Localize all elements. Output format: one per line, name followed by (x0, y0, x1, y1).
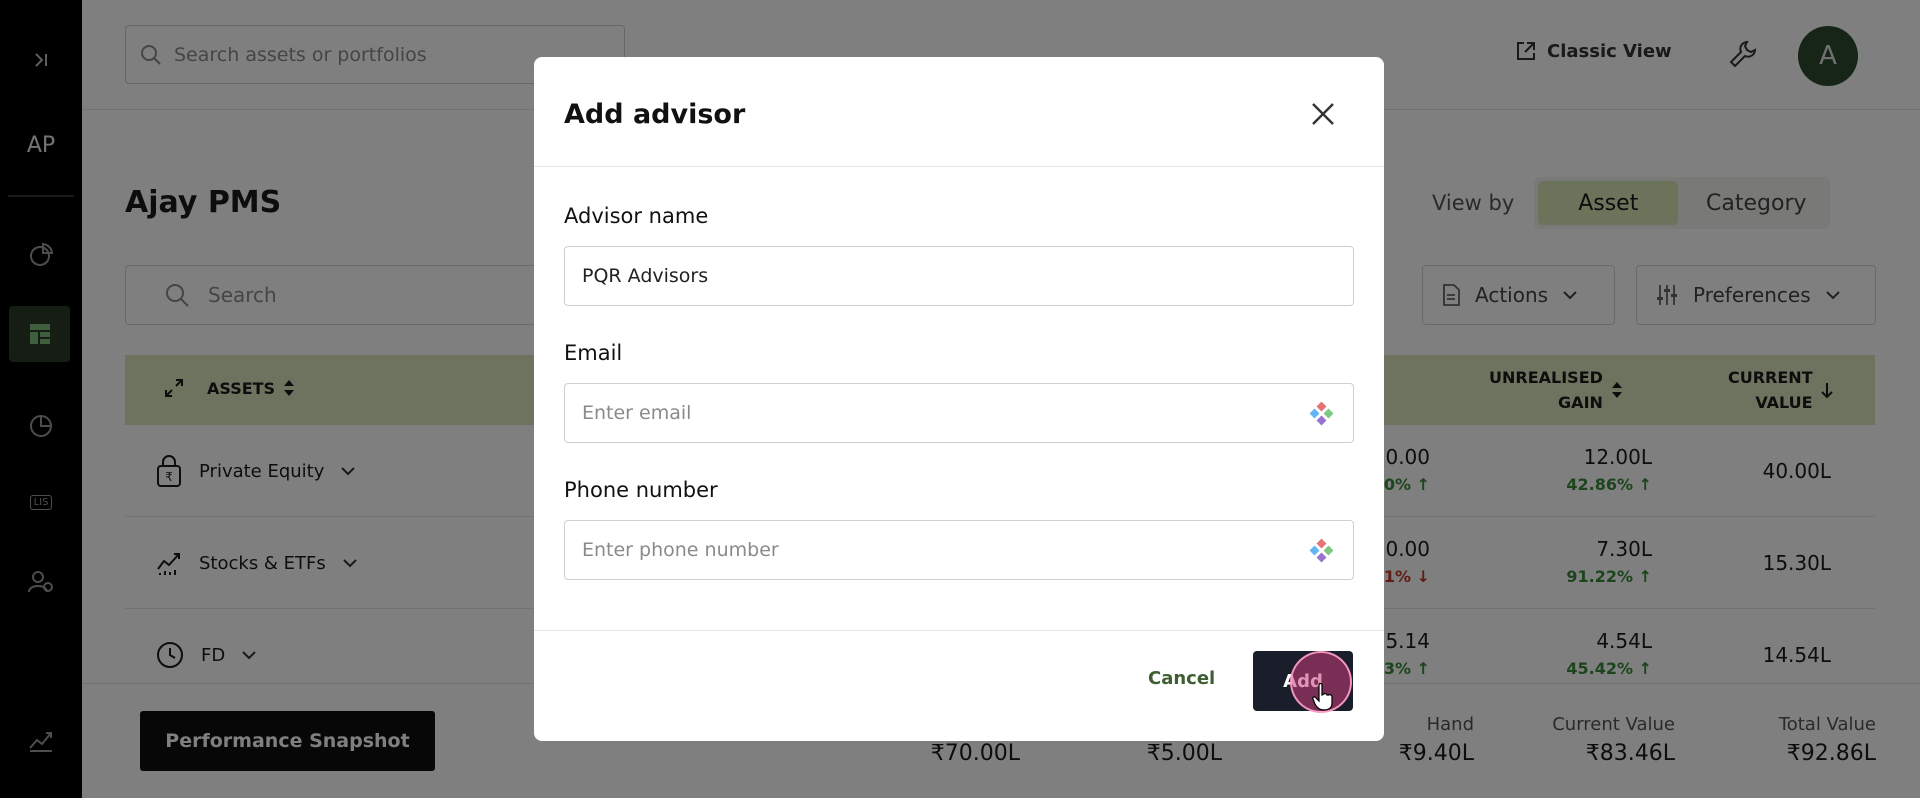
modal-title: Add advisor (564, 99, 746, 130)
advisor-name-label: Advisor name (564, 204, 709, 228)
autofill-extension-icon[interactable] (1309, 538, 1334, 568)
phone-label: Phone number (564, 478, 718, 502)
phone-placeholder: Enter phone number (582, 539, 779, 561)
cancel-button[interactable]: Cancel (1148, 668, 1215, 689)
email-label: Email (564, 341, 623, 365)
advisor-name-value: PQR Advisors (582, 265, 709, 287)
autofill-extension-icon[interactable] (1309, 401, 1334, 431)
close-icon[interactable] (1306, 97, 1340, 131)
email-placeholder: Enter email (582, 402, 692, 424)
modal-footer-divider (534, 630, 1384, 631)
pointer-hand-icon (1312, 682, 1334, 715)
modal-header: Add advisor (534, 57, 1384, 167)
advisor-name-field[interactable]: PQR Advisors (564, 246, 1354, 306)
phone-field[interactable]: Enter phone number (564, 520, 1354, 580)
add-advisor-modal: Add advisor Advisor name PQR Advisors Em… (534, 57, 1384, 741)
email-field[interactable]: Enter email (564, 383, 1354, 443)
